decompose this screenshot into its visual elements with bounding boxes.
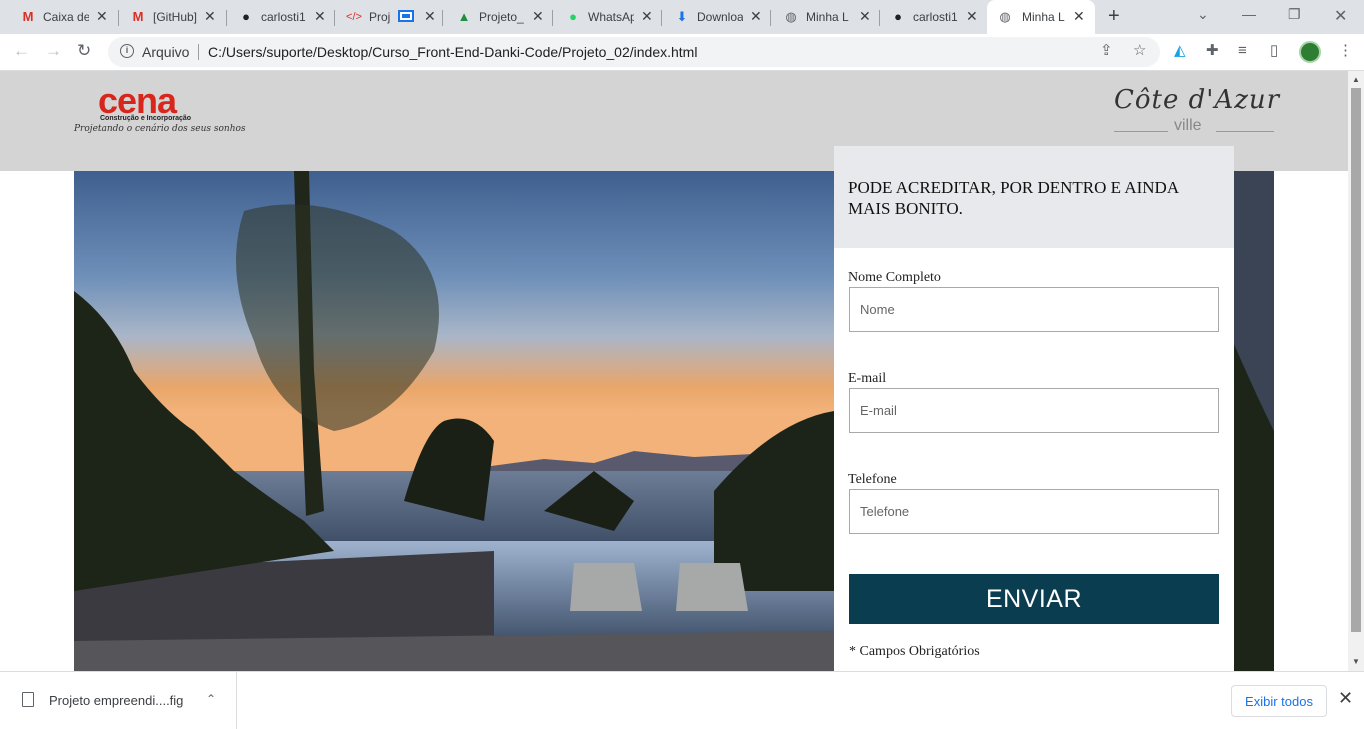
browser-tab[interactable]: ● WhatsAp ✕ (545, 0, 663, 34)
browser-toolbar: ← → ↻ i Arquivo C:/Users/suporte/Desktop… (0, 34, 1364, 71)
lounge-chair-left (570, 563, 642, 611)
github-icon: ● (242, 9, 250, 24)
page-viewport: cena Construção e Incorporação Projetand… (0, 71, 1348, 671)
brand-slogan: Projetando o cenário dos seus sonhos (74, 124, 246, 134)
browser-tab[interactable]: ◍ Minha L ✕ (763, 0, 881, 34)
bookmark-star-icon[interactable]: ☆ (1133, 43, 1146, 59)
tab-close-icon[interactable]: ✕ (966, 9, 978, 23)
logo-rule (1216, 131, 1274, 132)
tab-label: Minha L (806, 10, 849, 24)
browser-tab[interactable]: ● carlosti1 ✕ (218, 0, 336, 34)
tab-close-icon[interactable]: ✕ (314, 9, 326, 23)
whatsapp-icon: ● (569, 9, 577, 24)
tab-label: Caixa de (43, 10, 89, 24)
brand-right-sub: ville (1174, 117, 1202, 134)
tab-close-icon[interactable]: ✕ (204, 9, 216, 23)
page-scrollbar[interactable]: ▲ ▼ (1348, 71, 1364, 671)
tab-close-icon[interactable]: ✕ (750, 9, 762, 23)
cena-logo[interactable]: cena Construção e Incorporação Projetand… (74, 80, 246, 139)
minimize-button[interactable]: — (1242, 6, 1256, 22)
info-icon[interactable]: i (120, 44, 134, 58)
new-tab-button[interactable]: + (1108, 6, 1120, 26)
name-field-label: Nome Completo (848, 270, 941, 285)
download-icon: ⬇ (676, 9, 688, 24)
submit-button[interactable]: ENVIAR (849, 574, 1219, 624)
browser-tab[interactable]: ● carlosti1 ✕ (870, 0, 988, 34)
tab-label: carlosti1 (261, 10, 306, 24)
tab-close-icon[interactable]: ✕ (641, 9, 653, 23)
scroll-up-icon[interactable]: ▲ (1352, 75, 1360, 84)
browser-tab[interactable]: M Caixa de ✕ (0, 0, 118, 34)
scroll-down-icon[interactable]: ▼ (1352, 657, 1360, 666)
address-url[interactable]: C:/Users/suporte/Desktop/Curso_Front-End… (208, 44, 697, 60)
address-separator (198, 44, 199, 60)
browser-tab[interactable]: M [GitHub] ✕ (110, 0, 228, 34)
avatar[interactable] (1299, 41, 1321, 63)
email-field-label: E-mail (848, 371, 887, 386)
close-window-button[interactable]: ✕ (1334, 6, 1347, 26)
show-all-downloads-button[interactable]: Exibir todos (1231, 685, 1327, 717)
download-item[interactable]: Projeto empreendi....fig ⌃ (0, 672, 237, 729)
globe-icon: ◍ (999, 9, 1011, 24)
code-icon: </> (346, 11, 362, 23)
phone-field[interactable]: Telefone (849, 489, 1219, 534)
download-file-name: Projeto empreendi....fig (49, 693, 184, 708)
github-icon: ● (894, 9, 902, 24)
browser-tab[interactable]: ▲ Projeto_ ✕ (436, 0, 554, 34)
phone-field-label: Telefone (848, 472, 897, 487)
tab-label: Minha L (1022, 10, 1065, 24)
tab-label: [GitHub] (153, 10, 198, 24)
brand-right-name: Côte d'Azur (1114, 85, 1281, 115)
browser-tab[interactable]: </> Proj ✕ (326, 0, 444, 34)
form-header: PODE ACREDITAR, POR DENTRO E AINDA MAIS … (834, 146, 1234, 248)
globe-icon: ◍ (785, 9, 797, 24)
side-panel-icon[interactable]: ▯ (1270, 43, 1278, 59)
logo-rule (1114, 131, 1168, 132)
tab-close-icon[interactable]: ✕ (532, 9, 544, 23)
reload-icon[interactable]: ↻ (77, 42, 91, 60)
form-title: PODE ACREDITAR, POR DENTRO E AINDA MAIS … (848, 178, 1179, 218)
required-fields-note: * Campos Obrigatórios (849, 644, 980, 659)
lounge-chair-right (676, 563, 748, 611)
drive-icon: ▲ (457, 9, 471, 24)
tab-close-icon[interactable]: ✕ (859, 9, 871, 23)
tab-close-icon[interactable]: ✕ (424, 9, 436, 23)
contact-form: PODE ACREDITAR, POR DENTRO E AINDA MAIS … (834, 146, 1234, 671)
address-scheme-label: Arquivo (142, 44, 190, 60)
tab-label: Projeto_ (479, 10, 524, 24)
back-icon[interactable]: ← (13, 42, 30, 60)
cote-dazur-logo[interactable]: Côte d'Azur ville (1112, 85, 1279, 137)
restore-button[interactable]: ❐ (1288, 6, 1301, 23)
email-field[interactable]: E-mail (849, 388, 1219, 433)
chevron-up-icon[interactable]: ⌃ (206, 692, 216, 706)
close-download-bar-icon[interactable]: ✕ (1338, 689, 1353, 707)
tab-label: Proj (369, 10, 391, 24)
tab-strip: M Caixa de ✕ M [GitHub] ✕ ● carlosti1 ✕ … (0, 0, 1364, 34)
tab-close-icon[interactable]: ✕ (1073, 9, 1085, 23)
brand-name: cena (98, 80, 177, 121)
menu-icon[interactable]: ⋮ (1338, 43, 1353, 59)
scroll-thumb[interactable] (1351, 88, 1361, 632)
browser-tab[interactable]: ⬇ Downloa ✕ (654, 0, 772, 34)
address-bar[interactable]: i Arquivo C:/Users/suporte/Desktop/Curso… (108, 37, 1160, 67)
extension-icon[interactable]: ◭ (1174, 43, 1186, 59)
file-icon (22, 692, 34, 707)
tab-label: carlosti1 (913, 10, 958, 24)
name-field[interactable]: Nome (849, 287, 1219, 332)
share-icon[interactable]: ⇪ (1100, 43, 1113, 59)
screen-share-icon (398, 10, 414, 22)
forward-icon[interactable]: → (45, 42, 62, 60)
media-control-icon[interactable]: ≡ (1238, 43, 1247, 59)
tab-search-icon[interactable]: ⌄ (1197, 6, 1209, 23)
tab-close-icon[interactable]: ✕ (96, 9, 108, 23)
download-bar: Projeto empreendi....fig ⌃ Exibir todos … (0, 671, 1364, 729)
gmail-icon: M (22, 9, 34, 24)
gmail-icon: M (132, 9, 144, 24)
browser-tab-active[interactable]: ◍ Minha L ✕ (987, 0, 1095, 34)
tab-label: Downloa (697, 10, 743, 24)
tab-label: WhatsAp (588, 10, 634, 24)
extensions-puzzle-icon[interactable]: ✚ (1206, 43, 1219, 59)
brand-tagline: Construção e Incorporação (100, 115, 192, 122)
